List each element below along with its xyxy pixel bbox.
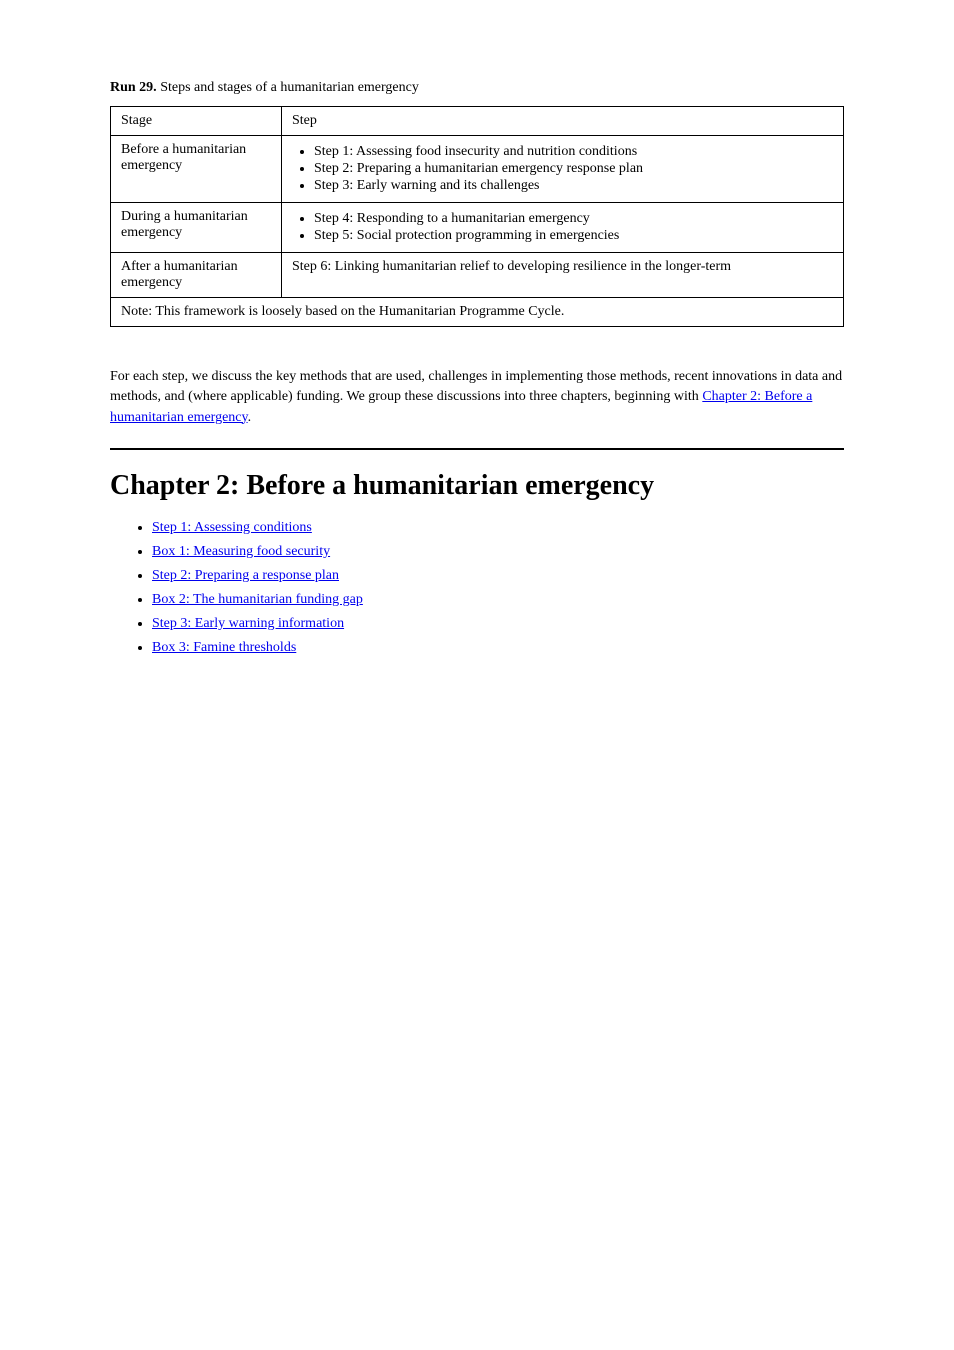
intro-paragraph: For each step, we discuss the key method… bbox=[110, 367, 844, 428]
list-item: Step 2: Preparing a response plan bbox=[152, 568, 844, 584]
chapter-link[interactable]: Step 2: Preparing a response plan bbox=[152, 568, 339, 583]
list-item: Step 1: Assessing conditions bbox=[152, 520, 844, 536]
step-item: Step 1: Assessing food insecurity and nu… bbox=[314, 144, 833, 160]
run-header: Run 29. Steps and stages of a humanitari… bbox=[110, 80, 844, 96]
run-text: Steps and stages of a humanitarian emerg… bbox=[160, 80, 419, 95]
list-item: Box 2: The humanitarian funding gap bbox=[152, 592, 844, 608]
table-row: After a humanitarian emergency Step 6: L… bbox=[111, 253, 844, 298]
list-item: Box 3: Famine thresholds bbox=[152, 640, 844, 656]
stages-table: Stage Step Before a humanitarian emergen… bbox=[110, 106, 844, 327]
table-header-stage: Stage bbox=[111, 107, 282, 136]
stage-cell: After a humanitarian emergency bbox=[111, 253, 282, 298]
chapter-link[interactable]: Step 1: Assessing conditions bbox=[152, 520, 312, 535]
run-label: Run 29. bbox=[110, 80, 157, 95]
stage-cell: Before a humanitarian emergency bbox=[111, 136, 282, 203]
table-header-step: Step bbox=[282, 107, 844, 136]
table-note-row: Note: This framework is loosely based on… bbox=[111, 298, 844, 327]
step-item: Step 2: Preparing a humanitarian emergen… bbox=[314, 161, 833, 177]
step-item: Step 4: Responding to a humanitarian eme… bbox=[314, 211, 833, 227]
chapter-link[interactable]: Box 1: Measuring food security bbox=[152, 544, 330, 559]
chapter-links-list: Step 1: Assessing conditions Box 1: Meas… bbox=[152, 520, 844, 656]
step-item: Step 5: Social protection programming in… bbox=[314, 228, 833, 244]
steps-cell: Step 6: Linking humanitarian relief to d… bbox=[282, 253, 844, 298]
chapter-link[interactable]: Box 3: Famine thresholds bbox=[152, 640, 296, 655]
table-row: During a humanitarian emergency Step 4: … bbox=[111, 203, 844, 253]
table-header-row: Stage Step bbox=[111, 107, 844, 136]
stage-cell: During a humanitarian emergency bbox=[111, 203, 282, 253]
section-divider bbox=[110, 448, 844, 450]
steps-cell: Step 4: Responding to a humanitarian eme… bbox=[282, 203, 844, 253]
page: Run 29. Steps and stages of a humanitari… bbox=[0, 0, 954, 1350]
table-note: Note: This framework is loosely based on… bbox=[111, 298, 844, 327]
list-item: Step 3: Early warning information bbox=[152, 616, 844, 632]
chapter-title: Chapter 2: Before a humanitarian emergen… bbox=[110, 470, 844, 502]
step-item: Step 3: Early warning and its challenges bbox=[314, 178, 833, 194]
chapter-link[interactable]: Step 3: Early warning information bbox=[152, 616, 344, 631]
intro-text-2: . bbox=[248, 410, 252, 425]
steps-cell: Step 1: Assessing food insecurity and nu… bbox=[282, 136, 844, 203]
chapter-link[interactable]: Box 2: The humanitarian funding gap bbox=[152, 592, 363, 607]
table-row: Before a humanitarian emergency Step 1: … bbox=[111, 136, 844, 203]
list-item: Box 1: Measuring food security bbox=[152, 544, 844, 560]
